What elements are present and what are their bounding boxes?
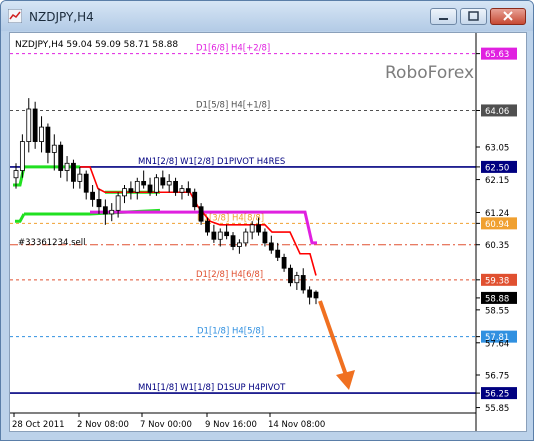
candle-body [313, 291, 319, 299]
price-label: 62.15 [485, 176, 509, 186]
chart-canvas: D1[6/8] H4[+2/8] D1[5/8] H4[+1/8] MN1[2/8]… [10, 33, 517, 431]
candle-body [13, 170, 19, 179]
candle-body [230, 235, 236, 247]
forecast-arrow-head [336, 370, 355, 390]
level-label: D1[5/8] H4[+1/8] [196, 100, 270, 110]
candle-body [294, 275, 300, 284]
candle-body [224, 231, 230, 237]
price-label: 55.85 [485, 404, 509, 414]
time-label: 7 Nov 00:00 [140, 420, 192, 430]
candle-body [268, 242, 274, 251]
candle-body [281, 256, 287, 269]
candle-body [249, 224, 255, 233]
title-bar[interactable]: NZDJPY,H4 [1, 1, 533, 31]
price-label: 65.63 [485, 50, 509, 60]
price-label: 56.25 [485, 390, 509, 400]
candle-body [58, 144, 64, 171]
price-label: 63.05 [485, 144, 509, 154]
candle-body [147, 184, 153, 193]
candle-body [192, 191, 198, 208]
chart-app-icon [8, 9, 22, 23]
price-label: 64.06 [485, 107, 509, 117]
candle-body [134, 180, 140, 193]
level-label: MN1[1/8] W1[1/8] D1SUP H4PIVOT [138, 383, 286, 393]
ma-green-lower [15, 213, 26, 223]
level-label: D1[2/8] H4[6/8] [196, 270, 263, 280]
candle-body [288, 267, 293, 284]
candle-body [32, 108, 38, 142]
candle-body [109, 209, 115, 215]
minimize-icon [439, 18, 448, 20]
price-label: 56.75 [485, 372, 509, 382]
close-button[interactable] [490, 8, 526, 25]
candle-body [300, 275, 306, 291]
window-title: NZDJPY,H4 [29, 10, 94, 24]
candle-body [166, 180, 172, 186]
time-label: 28 Oct 2011 [12, 420, 65, 430]
level-label: D1[1/8] H4[5/8] [197, 327, 264, 337]
price-label: 58.55 [485, 306, 509, 316]
candle-body [262, 231, 268, 244]
candle-body [179, 188, 185, 193]
candle-body [83, 173, 89, 193]
candle-body [102, 206, 108, 215]
level-label: D1[6/8] H4[+2/8] [196, 44, 270, 54]
candle-body [45, 126, 51, 153]
terminal-window: NZDJPY,H4 D1[6/8] H4[+2/8] D1[5/8] H4[+1/… [0, 0, 534, 441]
candle-body [205, 220, 210, 233]
chart-header: NZDJPY,H4 59.04 59.09 58.71 58.88 [15, 40, 178, 50]
time-label: 9 Nov 16:00 [205, 420, 257, 430]
candle-body [39, 126, 44, 142]
price-label: 62.50 [485, 163, 509, 173]
minimize-button[interactable] [430, 8, 457, 25]
candle-body [64, 162, 70, 171]
close-icon [503, 11, 513, 21]
candle-body [198, 206, 204, 222]
time-label: 14 Nov 08:00 [268, 420, 325, 430]
price-label: 59.38 [485, 276, 509, 286]
candle-body [160, 177, 166, 186]
candle-body [51, 144, 57, 153]
maximize-button[interactable] [460, 8, 487, 25]
candle-body [154, 177, 159, 193]
candle-body [141, 180, 147, 186]
candle-body [19, 141, 25, 171]
time-label: 2 Nov 08:00 [77, 420, 129, 430]
candle-body [173, 180, 178, 193]
candle-body [275, 249, 281, 258]
candle-body [185, 188, 191, 193]
candle-body [217, 231, 223, 240]
candle-body [96, 199, 102, 208]
candle-body [211, 231, 217, 240]
candle-body [90, 191, 95, 200]
price-label: 60.94 [485, 220, 509, 230]
watermark-logo: RoboForex [385, 63, 474, 83]
candle-body [256, 224, 261, 233]
forecast-arrow-shaft [318, 300, 349, 379]
candle-body [307, 289, 313, 298]
order-label: #33361234 sell [18, 238, 85, 248]
candle-body [122, 188, 127, 197]
price-chart[interactable]: D1[6/8] H4[+2/8] D1[5/8] H4[+1/8] MN1[2/8]… [9, 32, 527, 432]
price-label: 57.64 [485, 339, 509, 349]
price-label: 60.35 [485, 241, 509, 251]
maximize-icon [468, 11, 479, 21]
candle-body [77, 173, 83, 182]
candle-body [71, 162, 76, 182]
price-label: 58.88 [485, 294, 509, 304]
candle-body [26, 108, 32, 142]
candle-body [237, 242, 242, 247]
candle-body [115, 195, 121, 211]
level-label: MN1[2/8] W1[2/8] D1PIVOT H4RES [138, 157, 285, 167]
candle-body [128, 188, 134, 193]
candle-body [243, 231, 249, 244]
